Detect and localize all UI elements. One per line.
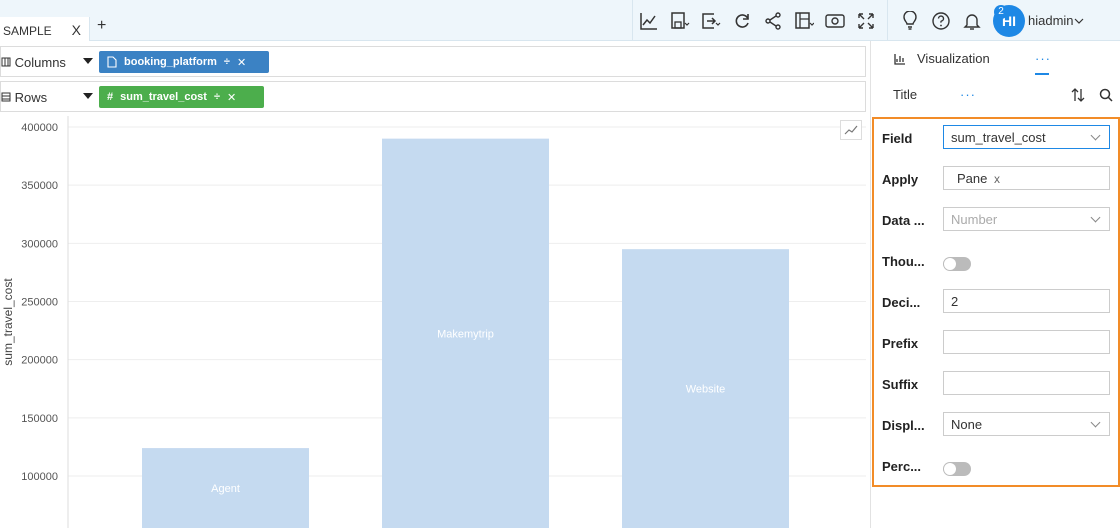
chevron-down-icon [1090,130,1101,141]
more-tabs-button[interactable]: ··· [1035,51,1051,66]
pill-label: booking_platform [124,56,217,68]
subtab-title[interactable]: Title [893,87,917,102]
preview-icon[interactable] [819,0,850,41]
rows-label: Rows [14,90,48,105]
y-axis-label: sum_travel_cost [1,278,15,366]
tab-sample[interactable]: SAMPLE X [0,17,90,41]
rows-icon [1,92,11,102]
bar-chart: sum_travel_cost 100000 150000 200000 250000… [1,116,866,528]
bar-label: Website [686,384,726,396]
toolbar: HI hiadmin [632,0,1084,41]
field-row: Field sum_travel_cost [882,119,1114,159]
document-icon [107,56,117,68]
toolbar-divider [887,0,888,41]
help-icon[interactable] [925,0,956,41]
pill-label: sum_travel_cost [120,91,207,103]
bell-icon[interactable] [956,0,987,41]
data-type-select[interactable]: Number [943,207,1110,231]
remove-chip-icon[interactable]: x [994,172,1000,186]
y-tick-label: 100000 [21,471,58,483]
chevron-down-icon [1090,417,1101,428]
data-type-row: Data ... Number [882,201,1114,241]
refresh-icon[interactable] [726,0,757,41]
notification-badge: 2 [994,5,1008,19]
caret-down-icon[interactable] [83,58,93,64]
booking-platform-pill[interactable]: booking_platform ÷ ✕ [99,51,269,73]
top-bar: SAMPLE X + HI hiadmin 2 [0,0,1120,41]
properties-panel: Visualization ··· Title ··· Field sum_tr… [870,41,1120,528]
suffix-row: Suffix [882,365,1114,405]
bulb-icon[interactable] [894,0,925,41]
save-icon[interactable] [664,0,695,41]
percent-toggle[interactable] [943,462,971,476]
trend-icon [844,125,858,135]
decimals-row: Deci... 2 [882,283,1114,323]
columns-shelf[interactable]: Columns booking_platform ÷ ✕ [0,46,866,77]
columns-icon [1,57,11,67]
bar-chart-icon [894,54,905,65]
close-tab-icon[interactable]: X [72,22,81,38]
thousands-toggle[interactable] [943,257,971,271]
search-icon[interactable] [1099,88,1113,102]
rows-shelf[interactable]: Rows # sum_travel_cost ÷ ✕ [0,81,866,112]
sort-icon[interactable] [1071,87,1085,103]
export-icon[interactable] [695,0,726,41]
share-icon[interactable] [757,0,788,41]
more-subtabs-button[interactable]: ··· [960,87,976,102]
y-tick-label: 150000 [21,413,58,425]
username[interactable]: hiadmin [1028,13,1074,28]
layout-icon[interactable] [788,0,819,41]
y-tick-label: 400000 [21,122,58,134]
display-row: Displ... None [882,406,1114,446]
prefix-row: Prefix [882,324,1114,364]
decimals-input[interactable]: 2 [943,289,1110,313]
fullscreen-icon[interactable] [850,0,881,41]
apply-chip: Pane [957,171,988,186]
chevron-down-icon [1090,212,1101,223]
chevron-down-icon [1074,18,1083,24]
chart-line-icon[interactable] [633,0,664,41]
remove-pill-icon[interactable]: ✕ [237,56,246,69]
y-tick-label: 200000 [21,355,58,367]
sort-icon[interactable]: ÷ [214,91,220,103]
thousands-row: Thou... [882,242,1114,282]
remove-pill-icon[interactable]: ✕ [227,91,236,104]
percent-row: Perc... [882,447,1114,487]
field-select[interactable]: sum_travel_cost [943,125,1110,149]
sort-icon[interactable]: ÷ [224,56,230,68]
format-settings: Field sum_travel_cost Apply Pane x Data … [872,117,1120,487]
prefix-input[interactable] [943,330,1110,354]
sum-travel-cost-pill[interactable]: # sum_travel_cost ÷ ✕ [99,86,264,108]
suffix-input[interactable] [943,371,1110,395]
chart-trend-button[interactable] [840,120,862,140]
bar-label: Agent [211,483,240,495]
tab-label: SAMPLE [3,24,52,38]
bar-label: Makemytrip [437,328,494,340]
add-tab-button[interactable]: + [97,17,106,35]
hash-icon: # [107,91,114,103]
y-tick-label: 250000 [21,297,58,309]
caret-down-icon[interactable] [83,93,93,99]
display-select[interactable]: None [943,412,1110,436]
y-tick-label: 350000 [21,180,58,192]
tab-visualization[interactable]: Visualization [917,51,990,66]
active-tab-indicator [1035,73,1049,75]
apply-select[interactable]: Pane x [943,166,1110,190]
apply-row: Apply Pane x [882,160,1114,200]
y-tick-label: 300000 [21,238,58,250]
columns-label: Columns [14,55,66,70]
